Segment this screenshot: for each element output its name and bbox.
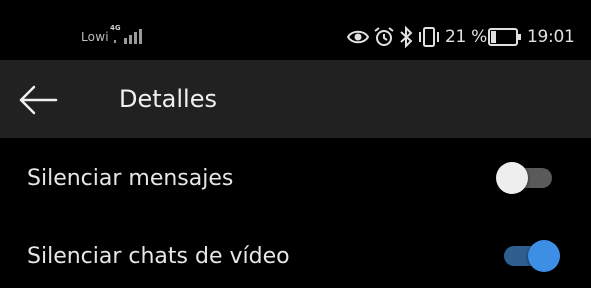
signal-bars-icon bbox=[114, 29, 142, 44]
bluetooth-icon bbox=[400, 26, 413, 48]
mute-video-chats-row[interactable]: Silenciar chats de vídeo bbox=[0, 216, 591, 288]
mute-video-chats-toggle[interactable] bbox=[500, 239, 560, 273]
status-bar: Lowi 4G 21 % 19:01 bbox=[0, 0, 591, 60]
toggle-thumb bbox=[496, 162, 528, 194]
battery-percent: 21 % bbox=[445, 27, 487, 47]
arrow-left-icon bbox=[19, 85, 58, 115]
mute-video-chats-label: Silenciar chats de vídeo bbox=[27, 244, 290, 269]
mute-messages-row[interactable]: Silenciar mensajes bbox=[0, 138, 591, 216]
clock: 19:01 bbox=[527, 27, 575, 47]
settings-list: Silenciar mensajes Silenciar chats de ví… bbox=[0, 138, 591, 288]
app-toolbar: Detalles bbox=[0, 60, 591, 138]
toggle-thumb bbox=[528, 240, 560, 272]
eye-icon bbox=[347, 30, 369, 44]
carrier-name: Lowi bbox=[81, 30, 109, 44]
page-title: Detalles bbox=[119, 85, 217, 113]
mute-messages-toggle[interactable] bbox=[496, 161, 556, 195]
alarm-icon bbox=[374, 27, 394, 46]
back-button[interactable] bbox=[14, 80, 62, 120]
mute-messages-label: Silenciar mensajes bbox=[27, 166, 234, 191]
battery-icon bbox=[488, 28, 521, 46]
vibrate-icon bbox=[419, 27, 439, 47]
